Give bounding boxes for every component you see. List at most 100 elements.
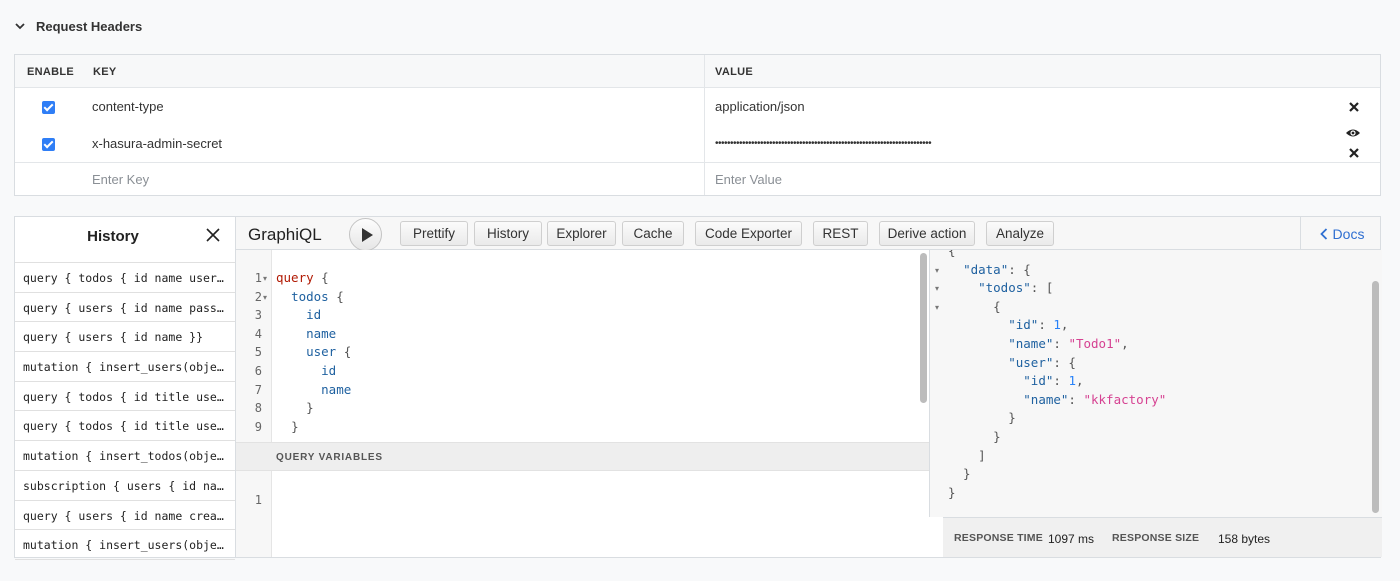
code-line: id bbox=[321, 363, 337, 378]
docs-label: Docs bbox=[1332, 225, 1365, 242]
line-number: 6 bbox=[254, 364, 262, 378]
graphiql-toolbar: GraphiQL Prettify History Explorer Cache… bbox=[236, 217, 1383, 251]
code-line: todos { bbox=[291, 288, 344, 304]
request-headers-title: Request Headers bbox=[36, 18, 143, 34]
fold-toggle-icon[interactable]: ▾ bbox=[935, 303, 939, 312]
fold-toggle-icon[interactable]: ▾ bbox=[935, 266, 939, 275]
header-enable-checkbox[interactable] bbox=[42, 138, 55, 151]
column-enable: ENABLE bbox=[27, 66, 75, 78]
line-number: 3 bbox=[254, 308, 262, 323]
query-editor-scrollbar[interactable] bbox=[920, 253, 927, 403]
result-line: } bbox=[948, 429, 1001, 444]
result-line: "user": { bbox=[1008, 354, 1076, 370]
result-viewer: { ▾ "data": { ▾ "todos": [ ▾ { "id": 1, "na… bbox=[929, 250, 1382, 517]
column-key: KEY bbox=[93, 66, 117, 78]
explorer-button[interactable]: Explorer bbox=[547, 221, 616, 246]
line-number: 4 bbox=[254, 326, 262, 341]
response-size-label: RESPONSE SIZE bbox=[1112, 532, 1200, 544]
query-editor[interactable]: 1 ▾ query { 2 ▾ todos { 3 id 4 name 5 user { 6 i… bbox=[236, 250, 929, 442]
close-icon[interactable] bbox=[1348, 147, 1360, 159]
result-line: "name": "kkfactory" bbox=[1023, 391, 1167, 407]
result-line: { bbox=[948, 298, 1001, 314]
history-list: query { todos { id name user { id name }… bbox=[15, 263, 235, 560]
rest-button[interactable]: REST bbox=[813, 221, 868, 246]
new-value-input[interactable]: Enter Value bbox=[715, 172, 782, 187]
history-item[interactable]: mutation { insert_todos(objects: {}) } bbox=[15, 441, 235, 471]
analyze-button[interactable]: Analyze bbox=[986, 221, 1054, 246]
request-headers-toggle[interactable]: Request Headers bbox=[14, 17, 142, 35]
result-line: } bbox=[948, 466, 971, 482]
result-line: "id": 1, bbox=[1023, 373, 1084, 389]
chevron-down-icon bbox=[15, 23, 25, 30]
result-line: "data": { bbox=[963, 261, 1031, 277]
column-divider bbox=[704, 55, 705, 195]
line-number: 2 bbox=[254, 289, 262, 304]
graphiql-title: GraphiQL bbox=[248, 225, 322, 244]
fold-toggle-icon[interactable]: ▾ bbox=[263, 274, 267, 283]
code-line: } bbox=[291, 418, 299, 434]
history-item[interactable]: query { users { id name }} bbox=[15, 322, 235, 353]
cache-button[interactable]: Cache bbox=[622, 221, 684, 246]
code-line: user { bbox=[306, 344, 352, 360]
query-variables-bar[interactable]: QUERY VARIABLES bbox=[236, 442, 929, 471]
history-panel: History query { todos { id name user { i… bbox=[15, 217, 236, 560]
line-number: 9 bbox=[254, 419, 262, 434]
header-value-masked[interactable]: ••••••••••••••••••••••••••••••••••••••••… bbox=[715, 138, 932, 149]
history-item[interactable]: query { todos { id name user { id name }… bbox=[15, 263, 235, 293]
line-number: 1 bbox=[254, 271, 262, 285]
history-item[interactable]: query { users { id name created_at } } bbox=[15, 501, 235, 531]
new-key-input[interactable]: Enter Key bbox=[92, 172, 149, 187]
history-item[interactable]: query { todos { id title user { name } }… bbox=[15, 411, 235, 442]
query-variables-gutter: 1 bbox=[236, 471, 272, 557]
line-number: 8 bbox=[254, 401, 262, 416]
column-value: VALUE bbox=[715, 66, 753, 78]
history-title: History bbox=[87, 228, 139, 245]
result-line: "name": "Todo1", bbox=[1008, 336, 1129, 351]
result-line: } bbox=[948, 410, 1016, 426]
headers-table-head: ENABLE KEY VALUE bbox=[15, 55, 1380, 88]
code-line: name bbox=[321, 381, 352, 397]
code-line: } bbox=[306, 400, 314, 416]
fold-toggle-icon[interactable]: ▾ bbox=[263, 293, 267, 302]
chevron-left-icon bbox=[1319, 227, 1327, 240]
header-key[interactable]: content-type bbox=[92, 99, 164, 114]
history-item[interactable]: query { todos { id title user { id } } } bbox=[15, 382, 235, 412]
result-line: } bbox=[948, 484, 956, 500]
query-variables-label: QUERY VARIABLES bbox=[276, 452, 383, 463]
line-number: 1 bbox=[254, 493, 262, 507]
row-divider bbox=[15, 162, 1380, 163]
close-icon[interactable] bbox=[205, 227, 221, 243]
graphiql-panel: History query { todos { id name user { i… bbox=[14, 216, 1383, 560]
history-item[interactable]: query { users { id name password } } bbox=[15, 293, 235, 323]
header-enable-checkbox[interactable] bbox=[42, 101, 55, 114]
code-line: query { bbox=[276, 270, 329, 285]
result-line: ] bbox=[948, 447, 986, 463]
history-button[interactable]: History bbox=[474, 221, 542, 246]
history-item[interactable]: mutation { insert_users(objects: {}) } bbox=[15, 352, 235, 382]
query-variables-editor[interactable]: 1 bbox=[236, 471, 929, 557]
code-line: id bbox=[306, 307, 322, 323]
code-exporter-button[interactable]: Code Exporter bbox=[695, 221, 802, 246]
derive-action-button[interactable]: Derive action bbox=[879, 221, 975, 246]
response-size-value: 158 bytes bbox=[1218, 532, 1271, 546]
execute-query-button[interactable] bbox=[349, 218, 382, 251]
result-line: "todos": [ bbox=[978, 280, 1054, 296]
header-key[interactable]: x-hasura-admin-secret bbox=[92, 136, 222, 151]
close-icon[interactable] bbox=[1348, 101, 1360, 113]
history-item[interactable]: mutation { insert_users(objects: {}) } bbox=[15, 530, 235, 560]
response-time-value: 1097 ms bbox=[1048, 532, 1095, 546]
docs-button[interactable]: Docs bbox=[1300, 217, 1383, 250]
history-header: History bbox=[15, 217, 235, 263]
code-line: name bbox=[306, 325, 337, 341]
eye-icon[interactable] bbox=[1345, 127, 1361, 139]
request-headers-table: ENABLE KEY VALUE content-type applicatio… bbox=[14, 54, 1381, 196]
prettify-button[interactable]: Prettify bbox=[400, 221, 468, 246]
fold-toggle-icon[interactable]: ▾ bbox=[935, 284, 939, 293]
result-line: { bbox=[948, 250, 956, 258]
line-number: 7 bbox=[254, 382, 262, 397]
result-scrollbar[interactable] bbox=[1372, 281, 1379, 513]
header-value[interactable]: application/json bbox=[715, 99, 805, 114]
history-item[interactable]: subscription { users { id name } } bbox=[15, 471, 235, 501]
line-number: 5 bbox=[254, 345, 262, 360]
result-line: "id": 1, bbox=[1008, 317, 1069, 333]
